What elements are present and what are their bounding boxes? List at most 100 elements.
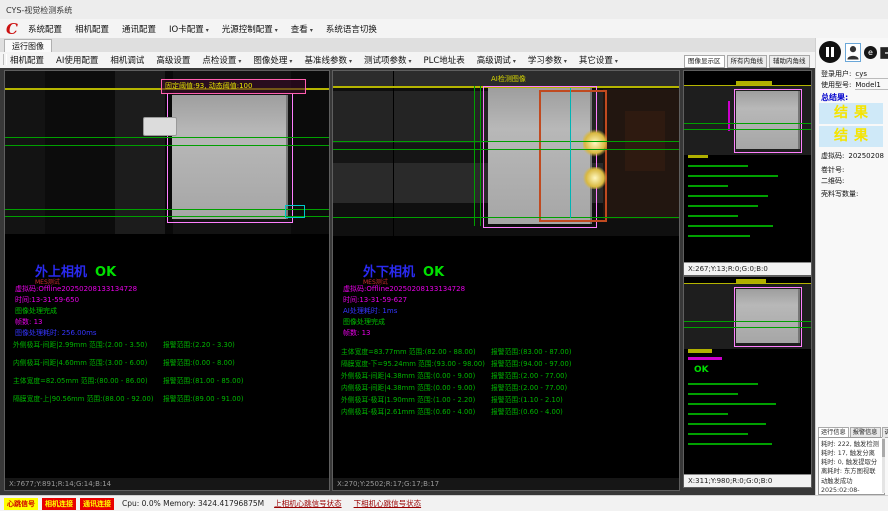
process-time-line: 图像处理耗时: 256.00ms	[15, 328, 97, 338]
upper-camera-heartbeat-link[interactable]: 上相机心跳信号状态	[274, 498, 342, 509]
menu-item-comm-config[interactable]: 通讯配置	[122, 23, 156, 35]
right-tab-image-area[interactable]: 图像显示区	[684, 55, 725, 68]
tab-run-image[interactable]: 运行图像	[4, 39, 52, 53]
measurement-row: 内侧极耳-极耳|2.61mm 范围:(0.60 - 4.00)报警范围:(0.6…	[341, 406, 679, 416]
virtual-code-line: 虚拟码:Offline20250208133134728	[343, 284, 465, 294]
window-title: CYS-视觉检测系统	[6, 5, 72, 16]
mini-ok-badge: OK	[694, 365, 709, 375]
toolbar-camera-debug[interactable]: 相机调试	[110, 54, 144, 66]
qr-code-row: 二维码:	[821, 176, 844, 186]
toolbar-test-params[interactable]: 测试项参数▾	[364, 54, 412, 66]
measurement-row: 主体宽度=83.77mm 范围:(82.00 - 88.00)报警范围:(83.…	[341, 346, 679, 356]
toolbar-grip[interactable]	[3, 54, 7, 65]
mini-text-line	[688, 423, 766, 425]
measure-line-green-vertical	[474, 86, 475, 226]
mini-text-line	[688, 413, 728, 415]
model-value[interactable]: Model1	[855, 81, 888, 90]
frame-count-line: 帧数: 13	[343, 328, 371, 338]
measure-line-green	[333, 217, 679, 218]
mini-text-line	[688, 215, 738, 217]
login-user-value[interactable]: cys	[855, 70, 888, 79]
user-button[interactable]	[845, 43, 861, 62]
alarm-range: 报警范围:(2.20 - 3.30)	[163, 339, 235, 349]
menu-item-io-config[interactable]: IO卡配置▾	[169, 23, 209, 35]
right-tab-all-lines[interactable]: 所有内角线	[727, 55, 768, 68]
pixel-coords-readout: X:270;Y:2502;R:17;G:17;B:17	[333, 478, 679, 490]
write-count-row: 壳料写数量:	[821, 189, 858, 199]
frame-count-line: 帧数: 13	[15, 317, 43, 327]
mini-text-line	[688, 403, 776, 405]
toolbar-advanced-settings[interactable]: 高级设置	[156, 54, 190, 66]
toolbar-advanced-debug[interactable]: 高级调试▾	[477, 54, 516, 66]
measure-line-green	[5, 209, 329, 210]
chevron-down-icon: ▾	[513, 58, 516, 65]
camera-image-lower[interactable]: AI检测图像	[333, 71, 679, 236]
cell-body	[736, 91, 800, 149]
pause-icon	[826, 47, 829, 57]
mini-text-line	[688, 205, 758, 207]
menu-item-system-config[interactable]: 系统配置	[28, 23, 62, 35]
machine-seam	[393, 71, 394, 236]
measurement-row: 外侧极耳-极耳|1.90mm 范围:(1.00 - 2.20)报警范围:(1.1…	[341, 394, 679, 404]
mini-text-line	[688, 195, 768, 197]
pixel-coords-readout: X:7677;Y:891;R:14;G:14;B:14	[5, 478, 329, 490]
menu-item-light-config[interactable]: 光源控制配置▾	[222, 23, 278, 35]
chevron-down-icon: ▾	[310, 27, 313, 34]
right-tab-aux-lines[interactable]: 辅助内角线	[769, 55, 810, 68]
chevron-down-icon: ▾	[564, 58, 567, 65]
log-scrollbar-thumb[interactable]	[882, 439, 885, 457]
toolbar-spot-check[interactable]: 点检设置▾	[202, 54, 241, 66]
cpu-memory-readout: Cpu: 0.0% Memory: 3424.41796875M	[122, 499, 264, 508]
menu-item-camera-config[interactable]: 相机配置	[75, 23, 109, 35]
log-scrollbar[interactable]	[882, 437, 885, 493]
mini-text-line	[688, 155, 708, 158]
heartbeat-status-badge: 心跳信号	[4, 498, 38, 510]
menu-item-view[interactable]: 查看▾	[291, 23, 313, 35]
camera-image-upper[interactable]: 固定阈值:93, 动态阈值:100	[5, 71, 329, 234]
toolbar-image-process[interactable]: 图像处理▾	[253, 54, 292, 66]
run-log-textarea[interactable]: 耗时: 222, 触发检测耗时: 17, 触发分离耗时: 0, 触发提取分离耗时…	[818, 437, 885, 495]
measurement-row: 隔膜宽度-下=95.24mm 范围:(93.00 - 98.00)报警范围:(9…	[341, 358, 679, 368]
alarm-range: 报警范围:(83.00 - 87.00)	[491, 346, 571, 356]
right-view-tabs: 图像显示区 所有内角线 辅助内角线	[684, 55, 810, 67]
toolbar-baseline-params[interactable]: 基准线参数▾	[304, 54, 352, 66]
camera-connect-badge: 相机连接	[42, 498, 76, 510]
mini-text-line	[688, 349, 712, 353]
toolbar-learning-params[interactable]: 学习参数▾	[528, 54, 567, 66]
mini-text-line	[688, 443, 772, 445]
pause-button[interactable]	[819, 41, 841, 63]
thumb-image-top[interactable]	[684, 71, 811, 264]
alarm-range: 报警范围:(94.00 - 97.00)	[491, 358, 571, 368]
thumb-image-bottom[interactable]: OK	[684, 277, 811, 476]
menu-items: 系统配置 相机配置 通讯配置 IO卡配置▾ 光源控制配置▾ 查看▾ 系统语言切换	[28, 19, 377, 38]
toolbar-camera-config[interactable]: 相机配置	[10, 54, 44, 66]
app-logo-icon: C	[6, 20, 18, 38]
thumb-panel-top: X:267;Y:13;R:0;G:0;B:0	[683, 70, 812, 276]
exit-door-icon	[878, 46, 888, 60]
process-done-line: 图像处理完成	[15, 306, 57, 316]
gripper-part	[143, 117, 177, 136]
account-badge-button[interactable]: e	[864, 46, 877, 59]
time-line: 时间:13-31-59-627	[343, 295, 407, 305]
menu-item-language-switch[interactable]: 系统语言切换	[326, 23, 377, 35]
exit-button[interactable]	[878, 45, 888, 59]
toolbar-ai-config[interactable]: AI使用配置	[56, 54, 98, 66]
measure-line-green	[684, 321, 811, 322]
virtual-code-line: 虚拟码:Offline20250208133134728	[15, 284, 137, 294]
measure-line-green	[333, 149, 679, 150]
camera-panel-upper: 固定阈值:93, 动态阈值:100 外上相机OK MES测试 虚拟码:Offli…	[4, 70, 330, 491]
result-box-lower: 结果	[819, 126, 883, 147]
lower-camera-heartbeat-link[interactable]: 下相机心跳信号状态	[354, 498, 422, 509]
toolbar-other-settings[interactable]: 其它设置▾	[579, 54, 618, 66]
chevron-down-icon: ▾	[275, 27, 278, 34]
measure-line-green	[684, 327, 811, 328]
mini-text-line	[688, 235, 750, 237]
title-bar: CYS-视觉检测系统	[0, 0, 888, 19]
alarm-range: 报警范围:(2.00 - 77.00)	[491, 382, 567, 392]
toolbar-plc-table[interactable]: PLC地址表	[424, 54, 465, 66]
tab-strip: 运行图像	[0, 38, 888, 52]
total-result-label: 总结果:	[821, 92, 848, 103]
virtual-code-value: 20250208	[848, 152, 884, 160]
measurement-row: 外侧极耳-间距|2.99mm 范围:(2.00 - 3.50)报警范围:(2.2…	[13, 339, 329, 349]
measure-line-green	[684, 123, 811, 124]
